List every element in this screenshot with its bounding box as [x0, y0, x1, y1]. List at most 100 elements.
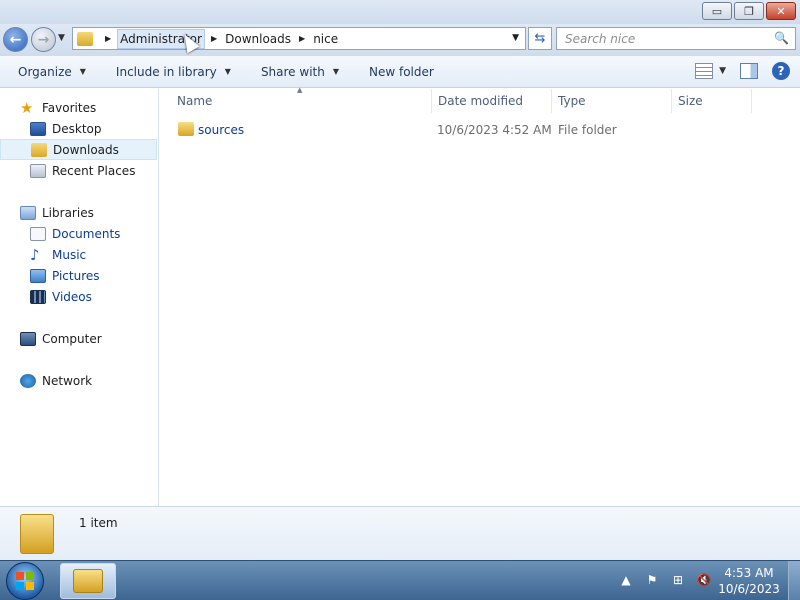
sidebar-item-label: Downloads [53, 142, 119, 157]
close-button[interactable]: ✕ [766, 2, 796, 20]
action-center-flag-icon[interactable]: ⚑ [644, 573, 660, 587]
sidebar-item-label: Pictures [52, 268, 100, 283]
sidebar-item-favorites[interactable]: ★ Favorites [0, 97, 157, 118]
folder-icon [178, 122, 194, 136]
command-bar: Organize ▼ Include in library ▼ Share wi… [0, 56, 800, 88]
chevron-down-icon: ▼ [332, 67, 339, 76]
address-bar[interactable]: ▶ Administrator ▶ Downloads ▶ nice ▼ [72, 27, 526, 50]
recent-pages-dropdown[interactable]: ▼ [58, 33, 65, 43]
folder-icon [77, 31, 93, 46]
sidebar-item-label: Libraries [42, 205, 94, 220]
clock[interactable]: 4:53 AM 10/6/2023 [716, 565, 782, 597]
documents-icon [30, 226, 46, 241]
start-button[interactable] [6, 562, 44, 600]
file-type: File folder [558, 123, 617, 137]
desktop-icon [30, 121, 46, 136]
sidebar-item-label: Desktop [52, 121, 102, 136]
breadcrumb-nice[interactable]: nice [311, 30, 340, 48]
address-history-dropdown[interactable]: ▼ [512, 33, 519, 43]
share-with-label: Share with [260, 64, 325, 79]
refresh-button[interactable]: ⇆ [528, 27, 552, 50]
sidebar-item-label: Videos [52, 289, 92, 304]
sidebar-item-videos[interactable]: Videos [0, 286, 157, 307]
navigation-bar: ← → ▼ ▶ Administrator ▶ Downloads ▶ nice… [0, 24, 800, 56]
include-in-library-button[interactable]: Include in library ▼ [116, 65, 231, 79]
music-icon: ♪ [30, 245, 40, 264]
back-button[interactable]: ← [3, 27, 28, 52]
explorer-icon [73, 569, 103, 593]
file-list[interactable]: ▲ Name Date modified Type Size sources 1… [160, 86, 800, 506]
details-pane: 1 item [0, 506, 800, 560]
help-icon[interactable]: ? [772, 62, 790, 80]
breadcrumb-root-arrow[interactable]: ▶ [105, 34, 111, 43]
sidebar-item-label: Network [42, 373, 93, 388]
windows-logo-icon [16, 572, 34, 590]
show-desktop-button[interactable] [788, 561, 800, 600]
include-in-library-label: Include in library [115, 64, 217, 79]
sidebar-item-network[interactable]: Network [0, 370, 157, 391]
organize-button[interactable]: Organize ▼ [18, 65, 86, 79]
organize-label: Organize [18, 64, 72, 79]
title-bar: ▭ ❐ ✕ [0, 0, 800, 24]
downloads-folder-icon [31, 142, 47, 157]
breadcrumb-arrow[interactable]: ▶ [211, 34, 217, 43]
sidebar-item-label: Recent Places [52, 163, 136, 178]
sidebar-item-label: Computer [42, 331, 102, 346]
sidebar-item-downloads[interactable]: Downloads [0, 139, 157, 160]
sidebar-item-desktop[interactable]: Desktop [0, 118, 157, 139]
breadcrumb-arrow[interactable]: ▶ [299, 34, 305, 43]
column-header-label: Date modified [438, 94, 524, 108]
search-input[interactable]: Search nice 🔍 [556, 27, 796, 50]
table-row[interactable]: sources 10/6/2023 4:52 AM File folder [160, 119, 800, 141]
sidebar-item-computer[interactable]: Computer [0, 328, 157, 349]
forward-button[interactable]: → [31, 27, 56, 52]
change-view-icon[interactable] [695, 63, 714, 79]
column-header-name[interactable]: Name [160, 89, 432, 113]
column-header-size[interactable]: Size [672, 89, 752, 113]
column-header-label: Size [678, 94, 703, 108]
volume-muted-icon[interactable]: 🔇 [696, 573, 712, 587]
view-options-dropdown[interactable]: ▼ [719, 66, 726, 76]
sidebar-item-label: Music [52, 247, 87, 262]
item-count: 1 item [79, 516, 118, 530]
sidebar-item-libraries[interactable]: Libraries [0, 202, 157, 223]
preview-pane-icon[interactable] [740, 63, 758, 79]
taskbar: ▲ ⚑ ⊞ 🔇 4:53 AM 10/6/2023 [0, 560, 800, 600]
chevron-down-icon: ▼ [224, 67, 231, 76]
sidebar-item-documents[interactable]: Documents [0, 223, 157, 244]
maximize-button[interactable]: ❐ [734, 2, 764, 20]
recent-places-icon [30, 163, 46, 178]
sidebar-item-music[interactable]: ♪ Music [0, 244, 157, 265]
sidebar-item-label: Documents [52, 226, 121, 241]
window-controls: ▭ ❐ ✕ [702, 2, 796, 20]
chevron-down-icon: ▼ [79, 67, 86, 76]
search-icon[interactable]: 🔍 [774, 31, 789, 45]
libraries-icon [20, 205, 36, 220]
videos-icon [30, 289, 46, 304]
share-with-button[interactable]: Share with ▼ [261, 65, 339, 79]
star-icon: ★ [20, 98, 34, 117]
file-name: sources [198, 123, 245, 137]
sidebar-item-recent-places[interactable]: Recent Places [0, 160, 157, 181]
sidebar-item-label: Favorites [42, 100, 97, 115]
minimize-button[interactable]: ▭ [702, 2, 732, 20]
computer-icon [20, 331, 36, 346]
taskbar-windows-explorer[interactable] [60, 563, 116, 599]
breadcrumb-downloads[interactable]: Downloads [223, 30, 293, 48]
navigation-pane: ★ Favorites Desktop Downloads Recent Pla… [0, 89, 159, 506]
clock-time: 4:53 AM [724, 566, 774, 580]
column-header-label: Type [558, 94, 586, 108]
column-header-date-modified[interactable]: Date modified [432, 89, 552, 113]
search-placeholder: Search nice [565, 32, 636, 46]
new-folder-label: New folder [369, 64, 434, 79]
column-header-label: Name [177, 94, 213, 108]
new-folder-button[interactable]: New folder [369, 65, 434, 79]
folder-icon [20, 514, 54, 554]
file-date-modified: 10/6/2023 4:52 AM [437, 123, 552, 137]
network-icon[interactable]: ⊞ [670, 573, 686, 587]
sidebar-item-pictures[interactable]: Pictures [0, 265, 157, 286]
column-header-type[interactable]: Type [552, 89, 672, 113]
network-icon [20, 373, 36, 388]
show-hidden-icons-icon[interactable]: ▲ [618, 573, 634, 587]
pictures-icon [30, 268, 46, 283]
